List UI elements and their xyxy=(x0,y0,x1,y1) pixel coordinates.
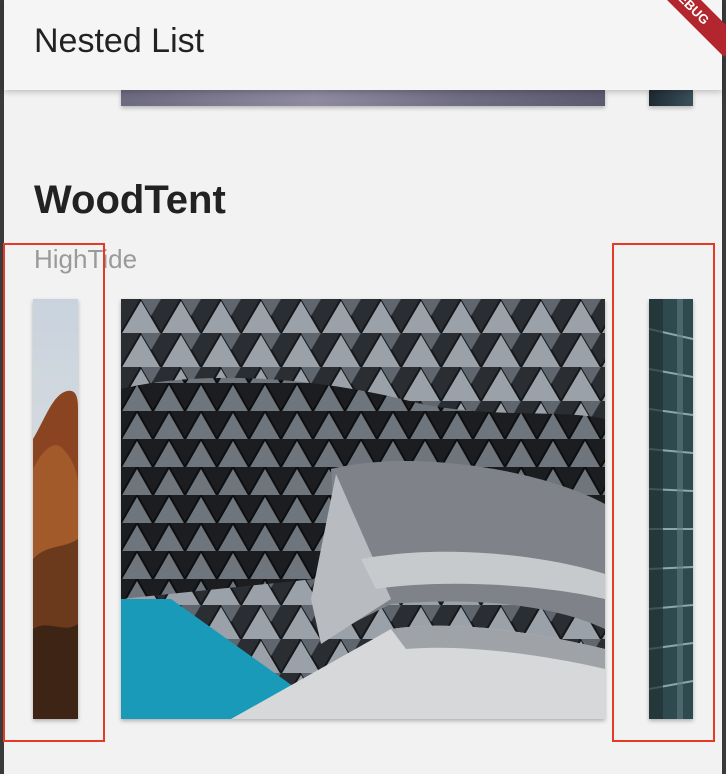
window-edge-right xyxy=(722,0,726,774)
image-card-center[interactable] xyxy=(121,299,605,719)
previous-row-image-right[interactable] xyxy=(649,90,693,106)
section-title: WoodTent xyxy=(34,178,226,222)
architecture-image xyxy=(121,299,605,719)
previous-row-image-center[interactable] xyxy=(121,90,605,106)
debug-banner: DEBUG xyxy=(639,0,726,57)
app-bar: Nested List DEBUG xyxy=(4,0,726,90)
app-title: Nested List xyxy=(34,22,205,60)
right-card-highlight xyxy=(612,243,715,742)
left-card-highlight xyxy=(3,243,105,742)
